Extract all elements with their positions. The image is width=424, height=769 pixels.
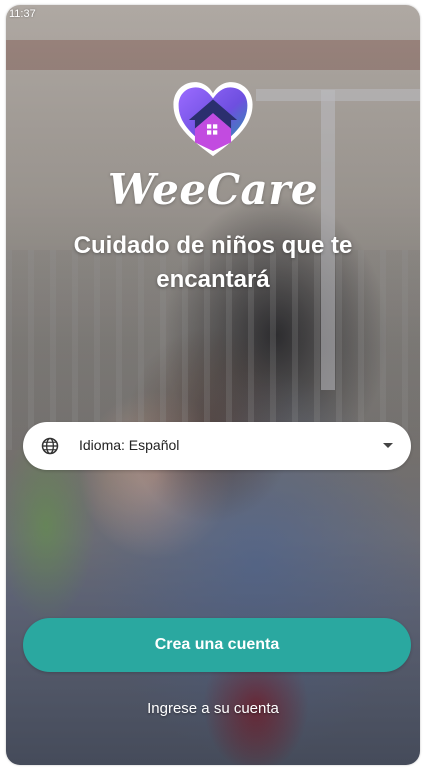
status-bar-time: 11:37 — [9, 8, 36, 20]
chevron-down-icon — [383, 443, 393, 448]
login-link[interactable]: Ingrese a su cuenta — [6, 700, 420, 717]
language-label: Idioma: Español — [79, 437, 180, 453]
app-screen: 11:37 WeeCare Cuidado de niños que te en… — [6, 5, 420, 765]
globe-icon — [41, 437, 59, 455]
brand-wordmark: WeeCare — [107, 165, 319, 214]
weecare-logo-icon — [173, 82, 253, 157]
tagline: Cuidado de niños que te encantará — [73, 232, 353, 293]
language-dropdown[interactable]: Idioma: Español — [23, 422, 411, 470]
create-account-button[interactable]: Crea una cuenta — [23, 618, 411, 672]
